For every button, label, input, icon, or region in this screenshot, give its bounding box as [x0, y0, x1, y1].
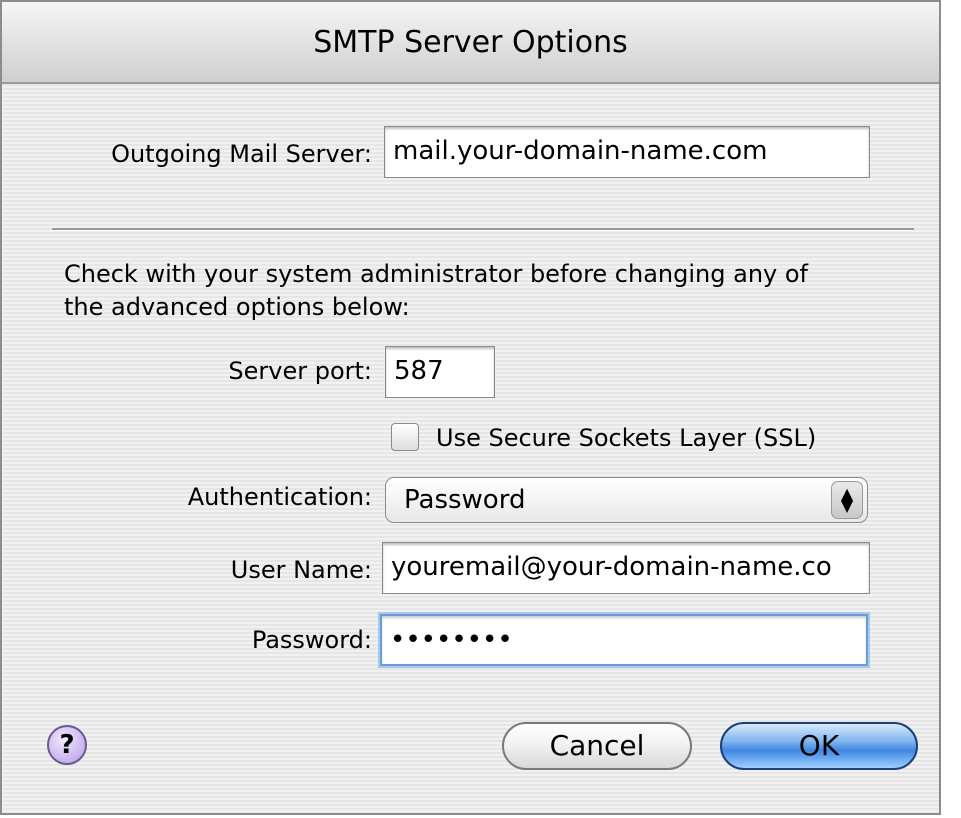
- outgoing-mail-server-label: Outgoing Mail Server:: [111, 140, 372, 168]
- up-down-arrows-icon: ▲ ▼: [831, 481, 863, 519]
- smtp-server-options-dialog: SMTP Server Options Outgoing Mail Server…: [0, 0, 941, 815]
- password-label: Password:: [251, 626, 372, 654]
- user-name-label: User Name:: [230, 556, 372, 584]
- authentication-select[interactable]: Password ▲ ▼: [385, 477, 868, 523]
- ssl-checkbox[interactable]: [391, 423, 419, 451]
- section-divider: [52, 228, 914, 231]
- outgoing-mail-server-input[interactable]: mail.your-domain-name.com: [384, 126, 870, 178]
- server-port-input[interactable]: 587: [385, 346, 495, 398]
- ok-button[interactable]: OK: [720, 722, 918, 770]
- ssl-checkbox-label[interactable]: Use Secure Sockets Layer (SSL): [436, 424, 816, 452]
- password-input[interactable]: ••••••••: [380, 614, 868, 666]
- server-port-label: Server port:: [228, 357, 372, 385]
- window-title: SMTP Server Options: [2, 2, 939, 84]
- advisory-text-line-2: the advanced options below:: [64, 293, 410, 321]
- authentication-selected-value: Password: [404, 485, 526, 515]
- help-button[interactable]: ?: [47, 725, 87, 765]
- cancel-button[interactable]: Cancel: [502, 722, 692, 770]
- authentication-label: Authentication:: [187, 483, 372, 511]
- user-name-input[interactable]: youremail@your-domain-name.co: [382, 542, 870, 594]
- advisory-text-line-1: Check with your system administrator bef…: [64, 260, 808, 288]
